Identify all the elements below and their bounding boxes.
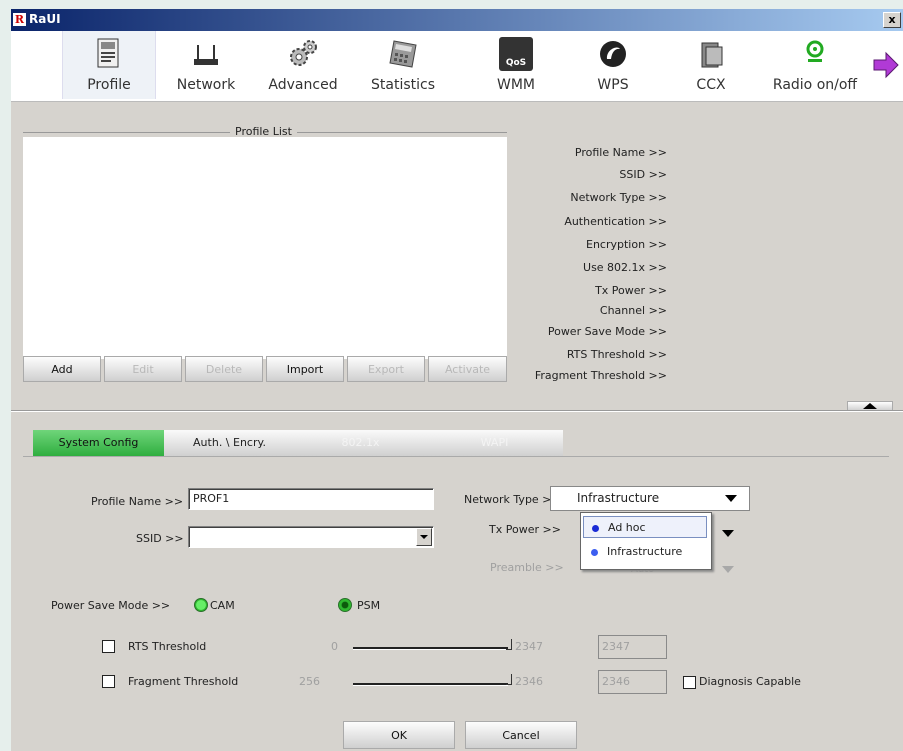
rts-slider-track[interactable] [353, 647, 508, 650]
profile-listbox[interactable] [23, 137, 507, 359]
gears-icon [290, 40, 317, 66]
info-ssid: SSID >> [619, 168, 667, 181]
diagnosis-capable-checkbox[interactable] [683, 676, 696, 689]
toolbar-wmm[interactable]: QoS WMM [476, 31, 556, 99]
info-profile-name: Profile Name >> [574, 146, 667, 159]
toolbar-label: Advanced [268, 77, 338, 93]
info-power-save-mode: Power Save Mode >> [547, 325, 667, 338]
info-encryption: Encryption >> [586, 238, 667, 251]
network-type-select[interactable]: Infrastructure [550, 486, 750, 511]
profile-name-label: Profile Name >> [91, 495, 184, 508]
window-title: RaUI [29, 12, 61, 26]
toolbar-label: WMM [496, 77, 535, 93]
section-divider [11, 410, 903, 412]
toolbar-wps[interactable]: WPS [573, 31, 653, 99]
edit-button[interactable]: Edit [104, 356, 182, 382]
toolbar-profile[interactable]: Profile [62, 31, 156, 99]
cam-radio[interactable] [194, 598, 208, 612]
frag-min-label: 256 [299, 675, 320, 688]
option-label: Infrastructure [607, 545, 683, 558]
tab-wapi[interactable]: WAPI [426, 430, 563, 456]
tx-power-chevron-icon[interactable] [722, 530, 734, 537]
cancel-button[interactable]: Cancel [465, 721, 577, 749]
raui-window: R RaUI x Profile Network Advanced Statis… [11, 9, 903, 751]
info-network-type: Network Type >> [570, 191, 667, 204]
add-button[interactable]: Add [23, 356, 101, 382]
diagnosis-capable-label: Diagnosis Capable [699, 675, 801, 688]
chevron-down-icon [725, 495, 737, 502]
option-label: Ad hoc [608, 521, 646, 534]
radio-icon [806, 40, 824, 62]
psm-radio[interactable] [338, 598, 352, 612]
ssid-label: SSID >> [136, 532, 184, 545]
fragment-threshold-label: Fragment Threshold [128, 675, 239, 688]
delete-button[interactable]: Delete [185, 356, 263, 382]
rts-threshold-label: RTS Threshold [128, 640, 207, 653]
qos-text: QoS [505, 58, 527, 68]
option-infrastructure[interactable]: Infrastructure [583, 541, 707, 563]
toolbar-statistics[interactable]: Statistics [363, 31, 443, 99]
rts-value-input[interactable]: 2347 [598, 635, 667, 659]
next-arrow-icon[interactable] [872, 51, 900, 79]
toolbar-label: Network [176, 77, 236, 93]
tab-auth-encry[interactable]: Auth. \ Encry. [164, 430, 295, 456]
info-tx-power: Tx Power >> [595, 284, 667, 297]
network-router-icon [194, 45, 218, 65]
toolbar-ccx[interactable]: CCX [671, 31, 751, 99]
title-bar: R RaUI x [11, 9, 903, 31]
toolbar-label: Profile [87, 77, 131, 93]
info-fragment-threshold: Fragment Threshold >> [534, 369, 667, 382]
ok-button[interactable]: OK [343, 721, 455, 749]
toolbar-label: Statistics [371, 77, 435, 93]
fragment-threshold-checkbox[interactable] [102, 675, 115, 688]
import-button[interactable]: Import [266, 356, 344, 382]
frag-slider-track[interactable] [353, 683, 508, 686]
preamble-chevron-icon [722, 566, 734, 573]
bullet-icon [592, 525, 599, 532]
bullet-icon [591, 549, 598, 556]
tab-underline [23, 456, 889, 457]
toolbar-label: WPS [597, 77, 629, 93]
network-type-label: Network Type >> [464, 493, 561, 506]
toolbar-label: CCX [696, 77, 726, 93]
activate-button[interactable]: Activate [428, 356, 507, 382]
wmm-qos-icon: QoS [499, 37, 533, 71]
option-ad-hoc[interactable]: Ad hoc [583, 516, 707, 538]
info-use-8021x: Use 802.1x >> [583, 261, 667, 274]
ssid-dropdown-button[interactable] [416, 528, 432, 546]
info-authentication: Authentication >> [564, 215, 667, 228]
tab-8021x[interactable]: 802.1x [295, 430, 426, 456]
toolbar-radio[interactable]: Radio on/off [767, 31, 863, 99]
ralink-logo-icon: R [13, 13, 26, 26]
network-type-dropdown-list: Ad hoc Infrastructure [580, 512, 712, 570]
rts-slider-thumb[interactable] [506, 639, 512, 650]
ccx-icon [701, 42, 723, 68]
frag-value-input[interactable]: 2346 [598, 670, 667, 694]
profile-icon [97, 38, 119, 68]
power-save-label: Power Save Mode >> [51, 599, 171, 612]
close-button[interactable]: x [883, 12, 901, 28]
main-toolbar: Profile Network Advanced Statistics QoS … [11, 31, 903, 102]
tx-power-label: Tx Power >> [489, 523, 561, 536]
cam-label: CAM [210, 599, 235, 612]
info-rts-threshold: RTS Threshold >> [566, 348, 667, 361]
profile-name-input[interactable]: PROF1 [188, 488, 434, 510]
psm-label: PSM [357, 599, 381, 612]
toolbar-network[interactable]: Network [166, 31, 246, 99]
info-channel: Channel >> [599, 304, 667, 317]
network-type-value: Infrastructure [577, 491, 660, 505]
calculator-icon [389, 40, 417, 68]
rts-min-label: 0 [331, 640, 338, 653]
frag-max-label: 2346 [515, 675, 543, 688]
toolbar-advanced[interactable]: Advanced [263, 31, 343, 99]
frag-slider-thumb[interactable] [506, 674, 512, 685]
export-button[interactable]: Export [347, 356, 425, 382]
preamble-label: Preamble >> [490, 561, 564, 574]
tab-system-config[interactable]: System Config [33, 430, 164, 456]
ssid-combobox[interactable] [188, 526, 434, 548]
rts-threshold-checkbox[interactable] [102, 640, 115, 653]
wps-icon [600, 41, 626, 67]
rts-max-label: 2347 [515, 640, 543, 653]
toolbar-label: Radio on/off [772, 77, 858, 93]
